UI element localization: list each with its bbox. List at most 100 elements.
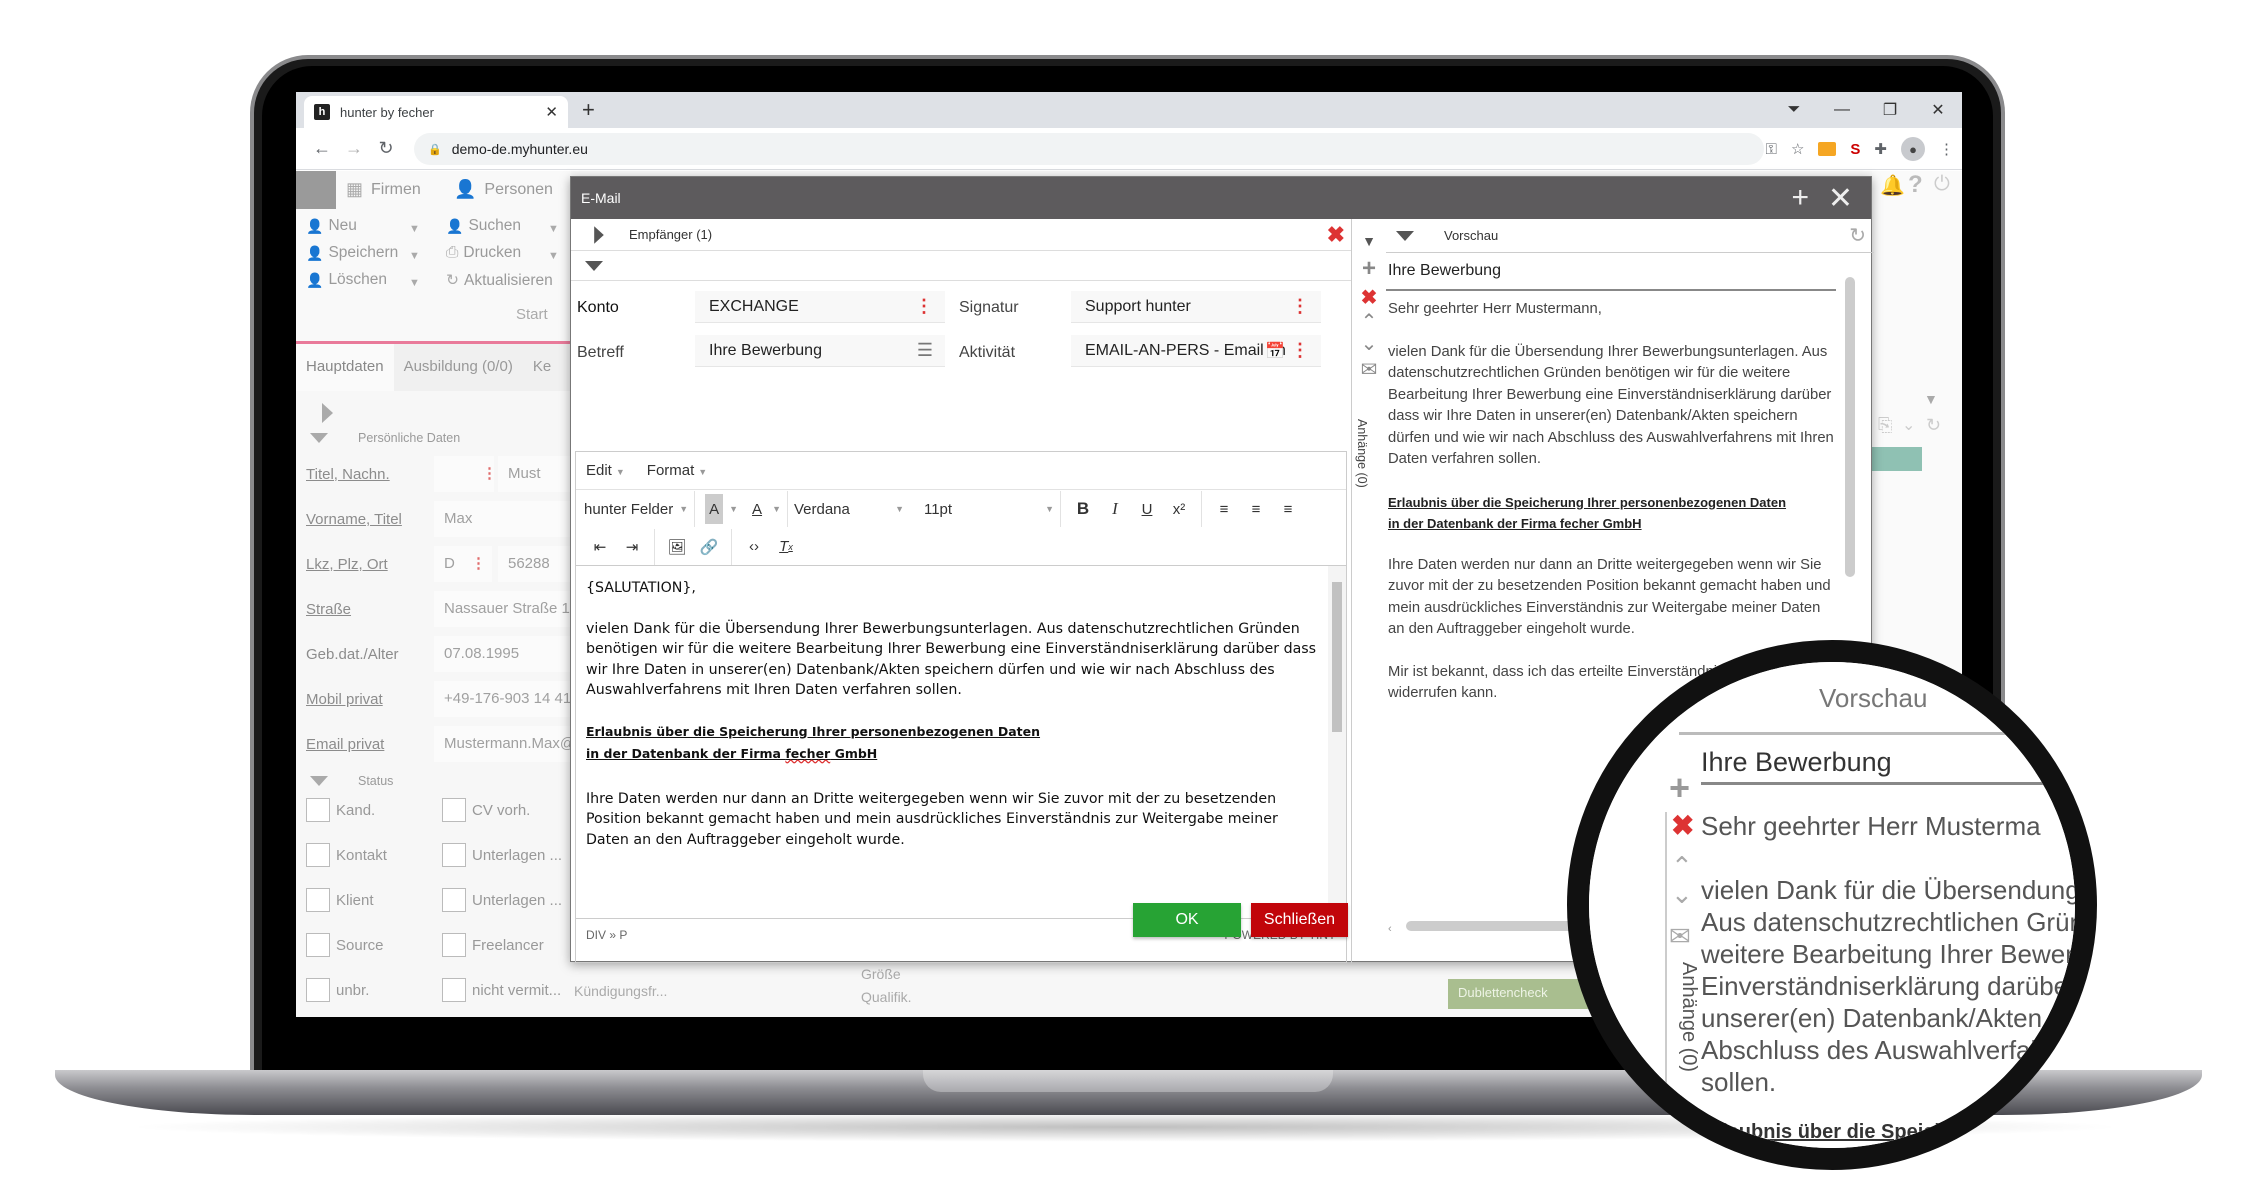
menu-edit[interactable]: Edit ▼	[586, 462, 625, 479]
menu-icon[interactable]: ☰	[917, 340, 933, 361]
checkbox-unterlagen-2[interactable]: Unterlagen ...	[442, 888, 562, 912]
checkbox[interactable]	[442, 798, 466, 822]
checkbox-freelancer[interactable]: Freelancer	[442, 933, 544, 957]
checkbox[interactable]	[306, 978, 330, 1002]
checkbox[interactable]	[306, 888, 330, 912]
kebab-icon[interactable]: ⋮	[1291, 296, 1309, 317]
print-dropdown-icon[interactable]: ▼	[548, 250, 559, 262]
collapse-preview-icon[interactable]	[1396, 230, 1414, 241]
checkbox-source[interactable]: Source	[306, 933, 384, 957]
kebab-icon[interactable]: ⋮	[1291, 340, 1309, 361]
address-bar[interactable]: 🔒 demo-de.myhunter.eu	[414, 133, 1764, 165]
restore-button[interactable]: ❐	[1866, 100, 1914, 120]
align-left-icon[interactable]: ≡	[1208, 494, 1240, 524]
checkbox[interactable]	[306, 798, 330, 822]
dropdown-icon[interactable]: ▼	[1924, 391, 1938, 407]
checkbox[interactable]	[442, 978, 466, 1002]
close-tab-icon[interactable]: ✕	[545, 103, 558, 121]
editor-content[interactable]: {SALUTATION}, vielen Dank für die Überse…	[576, 566, 1328, 918]
delete-dropdown-icon[interactable]: ▼	[409, 277, 420, 289]
envelope-icon[interactable]: ✉	[1358, 357, 1380, 382]
help-icon[interactable]: ?	[1908, 171, 1923, 199]
field-value[interactable]: ⋮	[434, 456, 494, 492]
tab-search-icon[interactable]: ⏷	[1770, 101, 1818, 119]
menu-format[interactable]: Format ▼	[647, 462, 707, 479]
field-label[interactable]: Mobil privat	[306, 691, 434, 708]
betreff-field[interactable]: Ihre Bewerbung ☰	[695, 335, 945, 367]
checkbox-kontakt[interactable]: Kontakt	[306, 843, 387, 867]
checkbox[interactable]	[442, 843, 466, 867]
bold-icon[interactable]: B	[1067, 494, 1099, 524]
field-label[interactable]: Straße	[306, 601, 434, 618]
kebab-icon[interactable]: ⋮	[482, 465, 494, 482]
hunter-fields-dropdown[interactable]: hunter Felder ▼	[584, 494, 688, 524]
cc-row[interactable]	[571, 251, 1351, 281]
remove-recipient-icon[interactable]: ✖	[1327, 222, 1345, 248]
ok-button[interactable]: OK	[1133, 903, 1241, 937]
calendar-icon[interactable]: 📅	[1265, 341, 1285, 361]
field-value[interactable]: D ⋮	[434, 546, 492, 582]
checkbox-unbr[interactable]: unbr.	[306, 978, 369, 1002]
kebab-icon[interactable]: ⋮	[471, 546, 486, 582]
element-path[interactable]: DIV » P	[586, 928, 627, 942]
checkbox-unterlagen-1[interactable]: Unterlagen ...	[442, 843, 562, 867]
collapse-cc-icon[interactable]	[585, 260, 603, 271]
browser-tab[interactable]: h hunter by fecher ✕	[304, 96, 568, 128]
move-down-icon[interactable]: ⌄	[1358, 331, 1380, 356]
section-status[interactable]: Status	[310, 774, 393, 788]
tab-more[interactable]: Ke	[523, 344, 561, 391]
bell-icon[interactable]: 🔔	[1880, 173, 1905, 198]
kebab-icon[interactable]: ⋮	[915, 296, 933, 317]
tab-hauptdaten[interactable]: Hauptdaten	[296, 344, 394, 391]
new-dropdown-icon[interactable]: ▼	[409, 223, 420, 235]
add-icon[interactable]: +	[1791, 181, 1809, 215]
puzzle-icon[interactable]: ✚	[1874, 140, 1887, 158]
minimize-button[interactable]: —	[1818, 101, 1866, 119]
refresh-button[interactable]: ↻ Aktualisieren	[446, 271, 553, 290]
search-dropdown-icon[interactable]: ▼	[548, 223, 559, 235]
selected-row[interactable]	[1872, 447, 1922, 471]
checkbox[interactable]	[306, 843, 330, 867]
clear-formatting-icon[interactable]: Tx	[770, 532, 802, 562]
bookmark-star-icon[interactable]: ☆	[1791, 140, 1804, 158]
aktivitaet-field[interactable]: EMAIL-AN-PERS - Email an 📅 ⋮	[1071, 335, 1321, 367]
add-attachment-icon[interactable]: +	[1358, 255, 1380, 283]
forward-button[interactable]: →	[338, 138, 370, 159]
align-right-icon[interactable]: ≡	[1272, 494, 1304, 524]
duplicate-check-button[interactable]: Dublettencheck	[1448, 979, 1588, 1009]
indent-icon[interactable]: ⇥	[616, 532, 648, 562]
text-color-dropdown[interactable]: ▼	[772, 504, 781, 514]
field-label[interactable]: Lkz, Plz, Ort	[306, 556, 434, 573]
field-label[interactable]: Titel, Nachn.	[306, 466, 434, 483]
checkbox-kand[interactable]: Kand.	[306, 798, 375, 822]
analytics-extension-icon[interactable]	[1818, 142, 1837, 156]
expand-recipients-icon[interactable]	[594, 225, 604, 244]
scroll-left-icon[interactable]: ‹	[1388, 923, 1392, 935]
profile-icon[interactable]: ●	[1901, 137, 1925, 161]
ribbon-tab-personen[interactable]: 👤 Personen	[454, 179, 553, 200]
image-icon[interactable]: 🖼	[661, 532, 693, 562]
save-dropdown-icon[interactable]: ▼	[409, 250, 420, 262]
link-icon[interactable]: 🔗	[693, 532, 725, 562]
checkbox-klient[interactable]: Klient	[306, 888, 374, 912]
text-color-icon[interactable]: A	[748, 494, 766, 524]
refresh-icon[interactable]: ↻	[1926, 415, 1941, 436]
source-code-icon[interactable]: ‹›	[738, 532, 770, 562]
field-label[interactable]: Vorname, Titel	[306, 511, 434, 528]
field-label[interactable]: Email privat	[306, 736, 434, 753]
search-button[interactable]: 👤 Suchen	[446, 217, 521, 235]
more-icon[interactable]: ⋮	[1939, 140, 1954, 158]
background-color-icon[interactable]: A	[705, 494, 724, 524]
seo-extension-icon[interactable]: S	[1850, 141, 1860, 158]
refresh-preview-icon[interactable]: ↻	[1849, 223, 1866, 248]
remove-attachment-icon[interactable]: ✖	[1358, 285, 1380, 310]
signatur-field[interactable]: Support hunter ⋮	[1071, 291, 1321, 323]
recipients-row[interactable]: Empfänger (1) ✖	[571, 219, 1351, 251]
align-center-icon[interactable]: ≡	[1240, 494, 1272, 524]
delete-button[interactable]: 👤 Löschen	[306, 271, 387, 289]
font-family-select[interactable]: Verdana ▼	[794, 494, 904, 524]
save-button[interactable]: 👤 Speichern	[306, 244, 398, 262]
bg-color-dropdown[interactable]: ▼	[729, 504, 738, 514]
tab-ausbildung[interactable]: Ausbildung (0/0)	[394, 344, 523, 391]
editor-scrollbar[interactable]	[1328, 566, 1346, 918]
